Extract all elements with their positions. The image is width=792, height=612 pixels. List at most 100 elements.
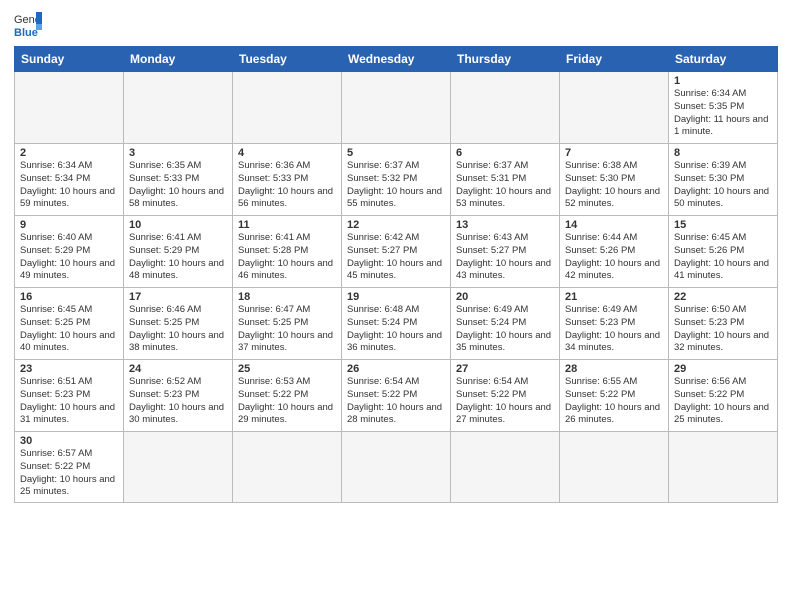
day-number: 11 xyxy=(238,219,336,231)
week-row-4: 16Sunrise: 6:45 AM Sunset: 5:25 PM Dayli… xyxy=(15,288,778,360)
calendar-cell xyxy=(15,72,124,144)
calendar-cell: 11Sunrise: 6:41 AM Sunset: 5:28 PM Dayli… xyxy=(233,216,342,288)
day-info: Sunrise: 6:43 AM Sunset: 5:27 PM Dayligh… xyxy=(456,232,554,283)
day-number: 24 xyxy=(129,363,227,375)
day-number: 21 xyxy=(565,291,663,303)
calendar-cell xyxy=(124,72,233,144)
day-info: Sunrise: 6:54 AM Sunset: 5:22 PM Dayligh… xyxy=(456,376,554,427)
day-number: 13 xyxy=(456,219,554,231)
calendar-cell: 10Sunrise: 6:41 AM Sunset: 5:29 PM Dayli… xyxy=(124,216,233,288)
day-number: 22 xyxy=(674,291,772,303)
day-info: Sunrise: 6:54 AM Sunset: 5:22 PM Dayligh… xyxy=(347,376,445,427)
day-info: Sunrise: 6:48 AM Sunset: 5:24 PM Dayligh… xyxy=(347,304,445,355)
weekday-header-row: SundayMondayTuesdayWednesdayThursdayFrid… xyxy=(15,47,778,72)
calendar-cell: 25Sunrise: 6:53 AM Sunset: 5:22 PM Dayli… xyxy=(233,360,342,432)
calendar-cell: 23Sunrise: 6:51 AM Sunset: 5:23 PM Dayli… xyxy=(15,360,124,432)
calendar: SundayMondayTuesdayWednesdayThursdayFrid… xyxy=(14,46,778,503)
day-number: 2 xyxy=(20,147,118,159)
weekday-header-thursday: Thursday xyxy=(451,47,560,72)
calendar-cell: 19Sunrise: 6:48 AM Sunset: 5:24 PM Dayli… xyxy=(342,288,451,360)
day-info: Sunrise: 6:42 AM Sunset: 5:27 PM Dayligh… xyxy=(347,232,445,283)
day-info: Sunrise: 6:52 AM Sunset: 5:23 PM Dayligh… xyxy=(129,376,227,427)
day-info: Sunrise: 6:35 AM Sunset: 5:33 PM Dayligh… xyxy=(129,160,227,211)
calendar-cell: 8Sunrise: 6:39 AM Sunset: 5:30 PM Daylig… xyxy=(669,144,778,216)
day-info: Sunrise: 6:55 AM Sunset: 5:22 PM Dayligh… xyxy=(565,376,663,427)
page: General Blue SundayMondayTuesdayWednesda… xyxy=(0,0,792,612)
day-number: 6 xyxy=(456,147,554,159)
day-number: 29 xyxy=(674,363,772,375)
weekday-header-wednesday: Wednesday xyxy=(342,47,451,72)
day-info: Sunrise: 6:34 AM Sunset: 5:34 PM Dayligh… xyxy=(20,160,118,211)
calendar-cell: 21Sunrise: 6:49 AM Sunset: 5:23 PM Dayli… xyxy=(560,288,669,360)
calendar-cell xyxy=(560,432,669,503)
day-info: Sunrise: 6:45 AM Sunset: 5:26 PM Dayligh… xyxy=(674,232,772,283)
calendar-cell: 29Sunrise: 6:56 AM Sunset: 5:22 PM Dayli… xyxy=(669,360,778,432)
day-number: 5 xyxy=(347,147,445,159)
day-number: 27 xyxy=(456,363,554,375)
calendar-cell: 30Sunrise: 6:57 AM Sunset: 5:22 PM Dayli… xyxy=(15,432,124,503)
day-info: Sunrise: 6:40 AM Sunset: 5:29 PM Dayligh… xyxy=(20,232,118,283)
calendar-cell: 28Sunrise: 6:55 AM Sunset: 5:22 PM Dayli… xyxy=(560,360,669,432)
day-info: Sunrise: 6:47 AM Sunset: 5:25 PM Dayligh… xyxy=(238,304,336,355)
calendar-cell: 9Sunrise: 6:40 AM Sunset: 5:29 PM Daylig… xyxy=(15,216,124,288)
calendar-cell: 7Sunrise: 6:38 AM Sunset: 5:30 PM Daylig… xyxy=(560,144,669,216)
calendar-cell xyxy=(124,432,233,503)
calendar-cell xyxy=(451,432,560,503)
day-info: Sunrise: 6:50 AM Sunset: 5:23 PM Dayligh… xyxy=(674,304,772,355)
day-number: 20 xyxy=(456,291,554,303)
week-row-3: 9Sunrise: 6:40 AM Sunset: 5:29 PM Daylig… xyxy=(15,216,778,288)
logo: General Blue xyxy=(14,10,42,38)
calendar-cell: 15Sunrise: 6:45 AM Sunset: 5:26 PM Dayli… xyxy=(669,216,778,288)
day-number: 15 xyxy=(674,219,772,231)
day-number: 1 xyxy=(674,75,772,87)
day-info: Sunrise: 6:41 AM Sunset: 5:29 PM Dayligh… xyxy=(129,232,227,283)
calendar-cell: 16Sunrise: 6:45 AM Sunset: 5:25 PM Dayli… xyxy=(15,288,124,360)
day-info: Sunrise: 6:53 AM Sunset: 5:22 PM Dayligh… xyxy=(238,376,336,427)
calendar-cell: 27Sunrise: 6:54 AM Sunset: 5:22 PM Dayli… xyxy=(451,360,560,432)
day-info: Sunrise: 6:56 AM Sunset: 5:22 PM Dayligh… xyxy=(674,376,772,427)
day-info: Sunrise: 6:49 AM Sunset: 5:24 PM Dayligh… xyxy=(456,304,554,355)
calendar-cell: 2Sunrise: 6:34 AM Sunset: 5:34 PM Daylig… xyxy=(15,144,124,216)
calendar-cell xyxy=(233,432,342,503)
calendar-cell xyxy=(669,432,778,503)
day-number: 23 xyxy=(20,363,118,375)
calendar-cell: 1Sunrise: 6:34 AM Sunset: 5:35 PM Daylig… xyxy=(669,72,778,144)
calendar-cell: 13Sunrise: 6:43 AM Sunset: 5:27 PM Dayli… xyxy=(451,216,560,288)
day-number: 7 xyxy=(565,147,663,159)
calendar-cell xyxy=(560,72,669,144)
weekday-header-friday: Friday xyxy=(560,47,669,72)
day-number: 30 xyxy=(20,435,118,447)
calendar-cell: 22Sunrise: 6:50 AM Sunset: 5:23 PM Dayli… xyxy=(669,288,778,360)
svg-text:Blue: Blue xyxy=(14,27,38,38)
calendar-cell: 26Sunrise: 6:54 AM Sunset: 5:22 PM Dayli… xyxy=(342,360,451,432)
calendar-cell: 20Sunrise: 6:49 AM Sunset: 5:24 PM Dayli… xyxy=(451,288,560,360)
day-number: 12 xyxy=(347,219,445,231)
day-info: Sunrise: 6:36 AM Sunset: 5:33 PM Dayligh… xyxy=(238,160,336,211)
day-number: 17 xyxy=(129,291,227,303)
weekday-header-monday: Monday xyxy=(124,47,233,72)
day-number: 9 xyxy=(20,219,118,231)
calendar-cell: 3Sunrise: 6:35 AM Sunset: 5:33 PM Daylig… xyxy=(124,144,233,216)
weekday-header-sunday: Sunday xyxy=(15,47,124,72)
day-info: Sunrise: 6:37 AM Sunset: 5:32 PM Dayligh… xyxy=(347,160,445,211)
day-number: 3 xyxy=(129,147,227,159)
calendar-cell xyxy=(451,72,560,144)
calendar-cell: 18Sunrise: 6:47 AM Sunset: 5:25 PM Dayli… xyxy=(233,288,342,360)
calendar-cell xyxy=(342,432,451,503)
calendar-cell xyxy=(233,72,342,144)
day-info: Sunrise: 6:41 AM Sunset: 5:28 PM Dayligh… xyxy=(238,232,336,283)
day-number: 28 xyxy=(565,363,663,375)
calendar-cell: 6Sunrise: 6:37 AM Sunset: 5:31 PM Daylig… xyxy=(451,144,560,216)
day-number: 16 xyxy=(20,291,118,303)
week-row-5: 23Sunrise: 6:51 AM Sunset: 5:23 PM Dayli… xyxy=(15,360,778,432)
day-number: 10 xyxy=(129,219,227,231)
day-number: 19 xyxy=(347,291,445,303)
day-info: Sunrise: 6:57 AM Sunset: 5:22 PM Dayligh… xyxy=(20,448,118,499)
day-info: Sunrise: 6:49 AM Sunset: 5:23 PM Dayligh… xyxy=(565,304,663,355)
generalblue-logo-icon: General Blue xyxy=(14,10,42,38)
week-row-1: 1Sunrise: 6:34 AM Sunset: 5:35 PM Daylig… xyxy=(15,72,778,144)
calendar-cell: 5Sunrise: 6:37 AM Sunset: 5:32 PM Daylig… xyxy=(342,144,451,216)
day-info: Sunrise: 6:44 AM Sunset: 5:26 PM Dayligh… xyxy=(565,232,663,283)
day-info: Sunrise: 6:34 AM Sunset: 5:35 PM Dayligh… xyxy=(674,88,772,139)
day-number: 4 xyxy=(238,147,336,159)
